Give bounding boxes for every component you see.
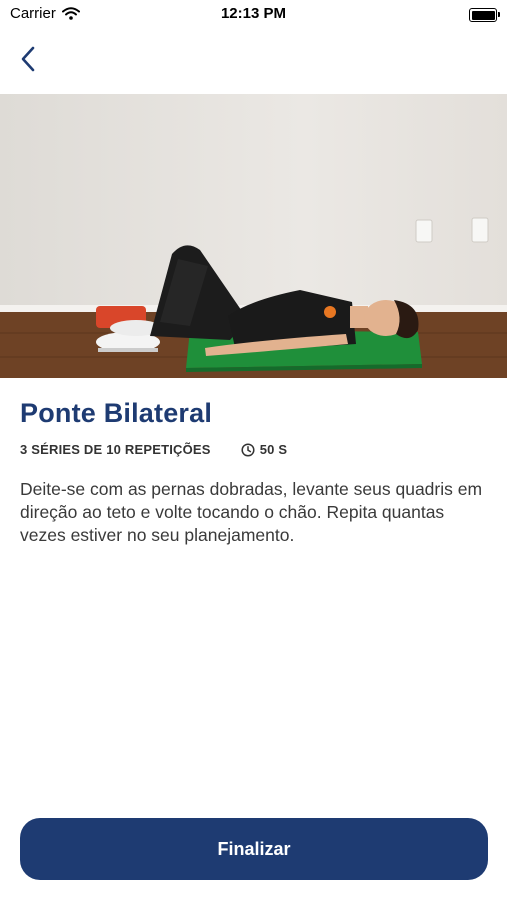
exercise-video-thumbnail[interactable] xyxy=(0,94,507,378)
back-button[interactable] xyxy=(12,42,46,76)
exercise-title: Ponte Bilateral xyxy=(20,398,213,428)
status-bar: Carrier 12:13 PM xyxy=(0,0,507,30)
exercise-description: Deite-se com as pernas dobradas, levante… xyxy=(20,479,483,545)
duration-label: 50 S xyxy=(259,442,288,457)
exercise-illustration xyxy=(0,94,507,378)
exercise-meta: 3 SÉRIES DE 10 REPETIÇÕES 50 S xyxy=(20,442,287,457)
finish-button[interactable]: Finalizar xyxy=(20,818,488,880)
status-time: 12:13 PM xyxy=(220,5,287,22)
duration: 50 S xyxy=(241,442,288,457)
chevron-left-icon xyxy=(21,46,35,72)
battery-icon xyxy=(469,8,500,22)
sets-reps-label: 3 SÉRIES DE 10 REPETIÇÕES xyxy=(20,442,211,457)
clock-icon xyxy=(241,442,255,457)
